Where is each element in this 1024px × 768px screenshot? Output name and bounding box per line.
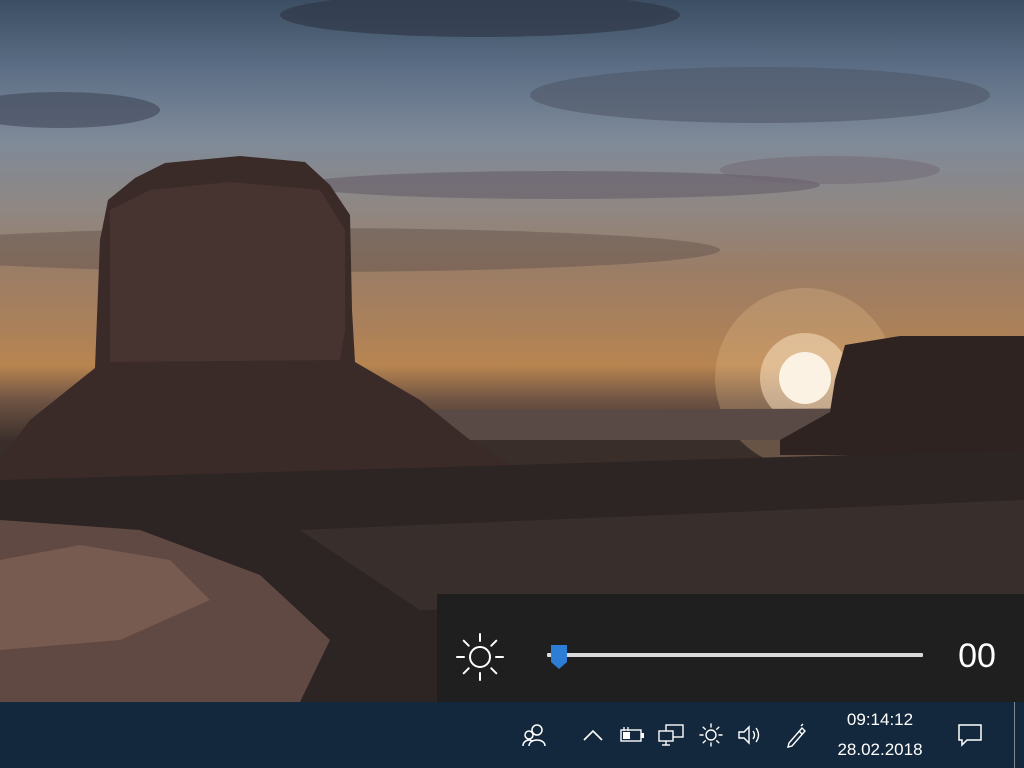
- people-icon[interactable]: [519, 720, 549, 750]
- chevron-up-icon[interactable]: [578, 720, 608, 750]
- brightness-value: 00: [958, 637, 996, 675]
- battery-icon[interactable]: [617, 720, 647, 750]
- clock-date: 28.02.2018: [837, 740, 923, 759]
- brightness-flyout: 00: [437, 594, 1024, 702]
- show-desktop-button[interactable]: [1014, 702, 1024, 768]
- pen-icon[interactable]: [781, 720, 811, 750]
- taskbar: 09:14:12 28.02.2018: [0, 702, 1024, 768]
- clock[interactable]: 09:14:12 28.02.2018: [828, 702, 932, 768]
- brightness-slider-track[interactable]: [547, 653, 923, 657]
- clock-time: 09:14:12: [846, 710, 914, 729]
- notification-icon[interactable]: [955, 720, 985, 750]
- brightness-slider-thumb[interactable]: [550, 644, 568, 670]
- brightness-icon[interactable]: [696, 720, 726, 750]
- network-icon[interactable]: [656, 720, 686, 750]
- volume-icon[interactable]: [735, 720, 765, 750]
- brightness-icon: [455, 632, 505, 682]
